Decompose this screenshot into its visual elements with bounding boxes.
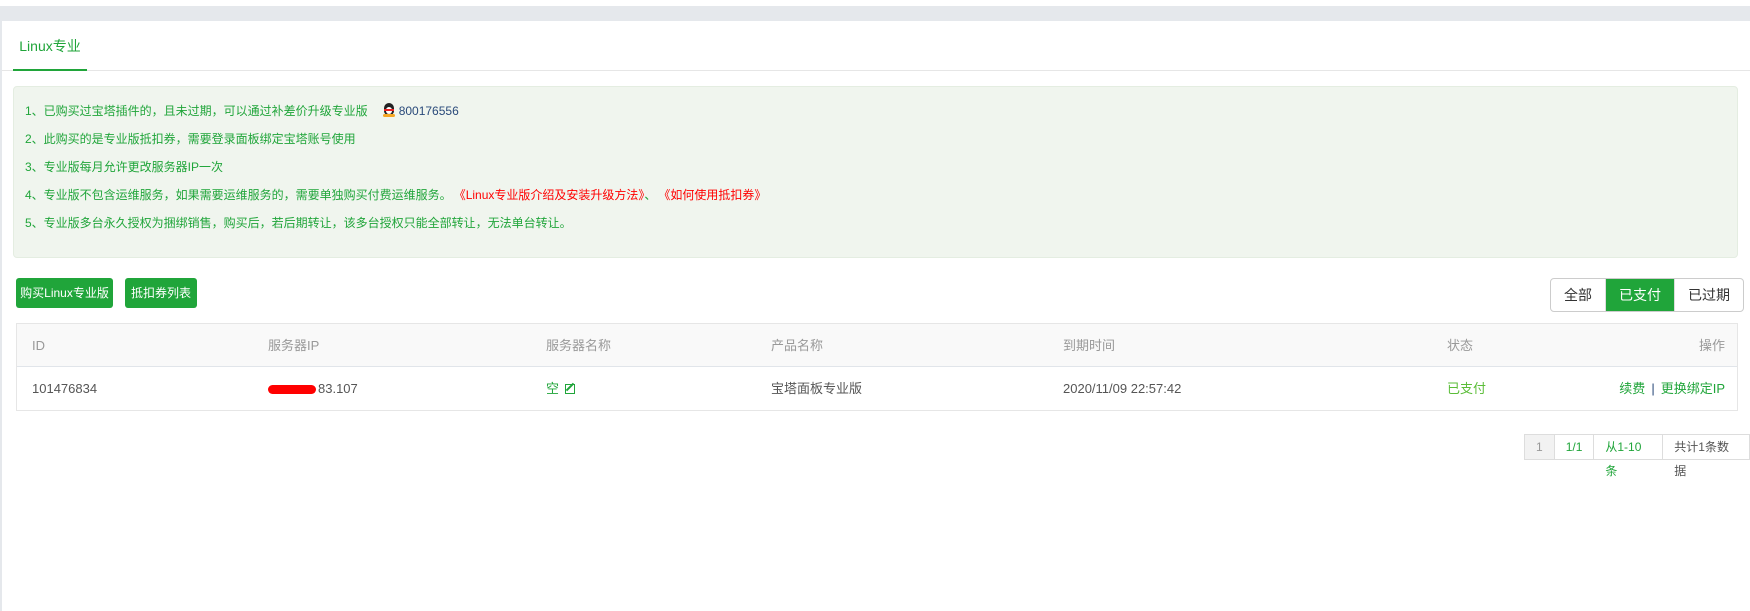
notice-line-2: 2、此购买的是专业版抵扣券，需要登录面板绑定宝塔账号使用	[25, 132, 356, 146]
col-server-name: 服务器名称	[546, 338, 612, 353]
filter-all[interactable]: 全部	[1551, 279, 1605, 311]
notice-line-1: 1、已购买过宝塔插件的，且未过期，可以通过补差价升级专业版 800176556	[25, 97, 1737, 125]
notice-line-5: 5、专业版多台永久授权为捆绑销售，购买后，若后期转让，该多台授权只能全部转让，无…	[25, 216, 572, 230]
row-expiry: 2020/11/09 22:57:42	[1063, 381, 1182, 396]
table-row: 101476834 83.107 空 宝塔面板专业版 2020/11/09 22…	[17, 367, 1737, 410]
change-ip-link[interactable]: 更换绑定IP	[1661, 381, 1725, 396]
notice-text: 1、已购买过宝塔插件的，且未过期，可以通过补差价升级专业版	[25, 104, 368, 118]
edit-icon[interactable]	[565, 384, 576, 394]
ip-visible-part: 83.107	[318, 381, 358, 396]
action-separator: |	[1651, 381, 1655, 396]
filter-paid[interactable]: 已支付	[1605, 279, 1674, 311]
qq-number[interactable]: 800176556	[399, 104, 459, 118]
status-filter: 全部 已支付 已过期	[1550, 278, 1744, 312]
row-id: 101476834	[32, 381, 98, 396]
col-status: 状态	[1447, 338, 1474, 353]
notice-text: 4、专业版不包含运维服务，如果需要运维服务的，需要单独购买付费运维服务。	[25, 188, 452, 202]
tab-linux-pro[interactable]: Linux专业版	[13, 21, 87, 104]
col-expiry: 到期时间	[1063, 338, 1116, 353]
tab-bar: Linux专业版	[2, 21, 1750, 104]
page-count: 1/1	[1553, 435, 1594, 459]
buy-linux-pro-button[interactable]: 购买Linux专业版	[16, 278, 113, 308]
table-header: ID 服务器IP 服务器名称 产品名称 到期时间 状态 操作	[17, 324, 1737, 367]
notice-box: 1、已购买过宝塔插件的，且未过期，可以通过补差价升级专业版 800176556 2…	[13, 86, 1738, 258]
link-separator: 、	[644, 188, 657, 202]
page-total: 共计1条数据	[1662, 435, 1749, 478]
col-server-ip: 服务器IP	[268, 338, 320, 353]
notice-line-4: 4、专业版不包含运维服务，如果需要运维服务的，需要单独购买付费运维服务。 《Lin…	[25, 181, 1737, 209]
qq-penguin-icon[interactable]	[382, 103, 396, 117]
row-actions: 续费 | 更换绑定IP	[1619, 367, 1725, 410]
filter-expired[interactable]: 已过期	[1674, 279, 1743, 311]
orders-table: ID 服务器IP 服务器名称 产品名称 到期时间 状态 操作 101476834…	[16, 323, 1738, 411]
row-product: 宝塔面板专业版	[771, 381, 863, 396]
col-id: ID	[32, 338, 45, 353]
pagination: 1 1/1 从1-10条 共计1条数据	[1524, 434, 1750, 478]
row-server-name[interactable]: 空	[546, 367, 576, 410]
col-actions: 操作	[1698, 338, 1725, 353]
left-border	[0, 6, 2, 611]
row-status: 已支付	[1447, 381, 1487, 396]
link-linux-pro-intro[interactable]: 《Linux专业版介绍及安装升级方法》	[460, 188, 645, 202]
top-band	[0, 6, 1750, 21]
redaction-mark	[268, 385, 316, 395]
row-server-ip: 83.107	[268, 367, 358, 410]
renew-link[interactable]: 续费	[1619, 381, 1645, 396]
page-current[interactable]: 1	[1525, 435, 1554, 459]
page-range: 从1-10条	[1593, 435, 1662, 478]
col-product: 产品名称	[771, 338, 824, 353]
notice-line-3: 3、专业版每月允许更改服务器IP一次	[25, 160, 224, 174]
link-coupon-howto[interactable]: 《如何使用抵扣券》	[664, 188, 766, 202]
server-name-value: 空	[546, 381, 560, 396]
coupon-list-button[interactable]: 抵扣券列表	[125, 278, 197, 308]
